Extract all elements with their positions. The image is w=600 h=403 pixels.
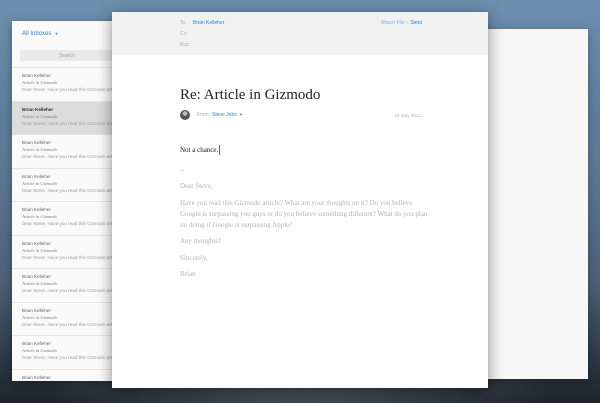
message-sender: Brian Kelleher: [22, 106, 54, 112]
message-body-editor[interactable]: Not a chance.: [180, 145, 221, 155]
message-subject: Article in Gizmodo: [22, 80, 57, 85]
list-item[interactable]: Brian Kelleher Article in Gizmodo Dear S…: [12, 268, 122, 302]
message-preview: Dear Steve, Have you read this Gizmodo a…: [22, 321, 122, 327]
inbox-header: All Inboxes ▼: [12, 21, 122, 46]
message-sender: Brian Kelleher: [22, 173, 51, 179]
quote-body: Have you read this Gizmodo article? What…: [180, 198, 428, 230]
message-sender: Brian Kelleher: [22, 341, 51, 346]
chevron-down-icon[interactable]: ▼: [54, 31, 58, 36]
list-item[interactable]: Brian Kelleher Article in Gizmodo Dear S…: [12, 335, 122, 369]
chevron-down-icon[interactable]: ▼: [239, 112, 243, 117]
list-item[interactable]: Brian Kelleher Article in Gizmodo Dear S…: [12, 201, 122, 235]
compose-window: To: Brian Kelleher Cc: Bcc: Attach File …: [112, 12, 488, 388]
message-preview: Dear Steve, Have you read this Gizmodo a…: [22, 254, 122, 260]
mailbox-selector[interactable]: All Inboxes: [22, 31, 51, 37]
message-sender: Brian Kelleher: [22, 73, 51, 78]
message-sender: Brian Kelleher: [22, 374, 51, 380]
avatar: [180, 110, 190, 120]
action-separator: •: [406, 20, 409, 26]
list-item-selected[interactable]: Brian Kelleher Article in Gizmodo Dear S…: [12, 100, 122, 134]
from-account-selector[interactable]: Steve Jobs: [212, 112, 237, 118]
subject-field[interactable]: Re: Article in Gizmodo: [180, 87, 320, 104]
list-item[interactable]: Brian Kelleher Article in Gizmodo Dear S…: [12, 301, 122, 336]
message-sender: Brian Kelleher: [22, 140, 51, 145]
message-subject: Article in Gizmodo: [22, 147, 57, 152]
quote-name: Brian: [180, 270, 196, 279]
message-preview: Dear Steve, Have you read this Gizmodo a…: [22, 187, 122, 193]
list-item[interactable]: Brian Kelleher Article in Gizmodo Dear S…: [12, 67, 122, 101]
quote-greeting: Dear Steve,: [180, 182, 213, 191]
message-list: Brian Kelleher Article in Gizmodo Dear S…: [12, 67, 122, 381]
send-button[interactable]: Send: [410, 20, 422, 26]
message-subject: Article in Gizmodo: [22, 314, 57, 320]
compose-actions: Attach File • Send: [381, 20, 422, 26]
quoted-message: -- Dear Steve, Have you read this Gizmod…: [180, 165, 430, 285]
message-subject: Article in Gizmodo: [22, 348, 57, 353]
bcc-field[interactable]: Bcc:: [180, 42, 190, 48]
quote-question: Any thoughts?: [180, 237, 222, 246]
message-subject: Article in Gizmodo: [22, 113, 57, 119]
message-subject: Article in Gizmodo: [22, 247, 57, 253]
search-input[interactable]: Search: [20, 50, 114, 61]
message-preview: Dear Steve, Have you read this Gizmodo a…: [22, 120, 122, 126]
message-preview: Dear Steve, Have you read this Gizmodo a…: [22, 288, 122, 293]
quote-signoff: Sincerely,: [180, 253, 208, 262]
list-item[interactable]: Brian Kelleher: [12, 368, 122, 382]
background-window: [484, 29, 588, 379]
from-label: From:: [197, 112, 211, 118]
compose-header: To: Brian Kelleher Cc: Bcc: Attach File …: [112, 12, 488, 55]
message-sender: Brian Kelleher: [22, 307, 51, 313]
inbox-window: All Inboxes ▼ Search Brian Kelleher Arti…: [12, 21, 122, 381]
message-subject: Article in Gizmodo: [22, 214, 57, 219]
message-preview: Dear Steve, Have you read this Gizmodo a…: [22, 87, 122, 92]
reply-text: Not a chance.: [180, 146, 219, 154]
message-date: 24 May 2013: [394, 113, 421, 118]
list-item[interactable]: Brian Kelleher Article in Gizmodo Dear S…: [12, 234, 122, 269]
message-sender: Brian Kelleher: [22, 274, 51, 279]
list-item[interactable]: Brian Kelleher Article in Gizmodo Dear S…: [12, 134, 122, 168]
message-sender: Brian Kelleher: [22, 240, 51, 246]
message-subject: Article in Gizmodo: [22, 180, 57, 186]
message-preview: Dear Steve, Have you read this Gizmodo a…: [22, 221, 122, 226]
attach-file-button[interactable]: Attach File: [381, 20, 405, 26]
to-label: To:: [180, 20, 187, 26]
to-recipient[interactable]: Brian Kelleher: [193, 20, 224, 26]
message-preview: Dear Steve, Have you read this Gizmodo a…: [22, 154, 122, 159]
search-placeholder: Search: [59, 52, 75, 59]
message-subject: Article in Gizmodo: [22, 281, 57, 286]
cc-field[interactable]: Cc:: [180, 31, 188, 37]
list-item[interactable]: Brian Kelleher Article in Gizmodo Dear S…: [12, 167, 122, 202]
text-cursor: [219, 145, 221, 155]
quote-marker: --: [180, 166, 185, 174]
message-preview: Dear Steve, Have you read this Gizmodo a…: [22, 355, 122, 360]
message-sender: Brian Kelleher: [22, 207, 51, 212]
